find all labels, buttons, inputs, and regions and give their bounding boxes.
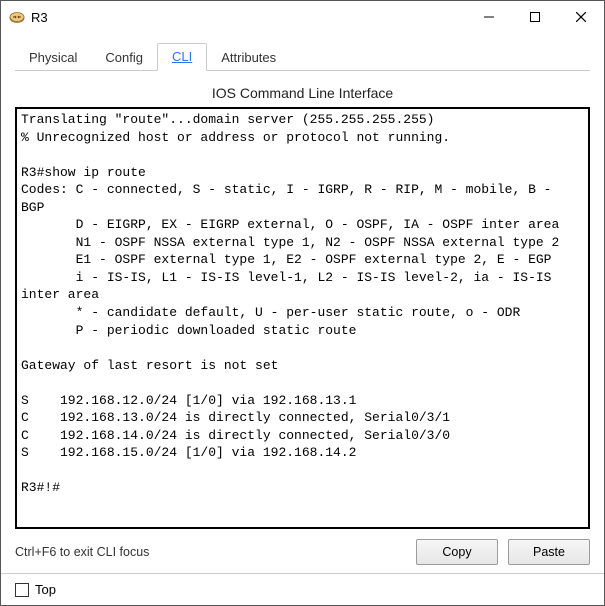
tab-physical[interactable]: Physical — [15, 45, 91, 71]
cli-button-row: Ctrl+F6 to exit CLI focus Copy Paste — [15, 539, 590, 565]
tab-cli[interactable]: CLI — [157, 43, 207, 71]
app-window: R3 Physical Config CLI Attributes IOS Co… — [0, 0, 605, 606]
bottom-bar: Top — [1, 573, 604, 605]
title-bar: R3 — [1, 1, 604, 33]
content-area: Physical Config CLI Attributes IOS Comma… — [1, 33, 604, 573]
top-checkbox-label: Top — [35, 582, 56, 597]
close-button[interactable] — [558, 1, 604, 33]
maximize-button[interactable] — [512, 1, 558, 33]
cli-heading: IOS Command Line Interface — [15, 85, 590, 101]
tab-config[interactable]: Config — [91, 45, 157, 71]
focus-hint: Ctrl+F6 to exit CLI focus — [15, 545, 406, 559]
cli-terminal[interactable]: Translating "route"...domain server (255… — [17, 109, 588, 527]
copy-button[interactable]: Copy — [416, 539, 498, 565]
terminal-frame: Translating "route"...domain server (255… — [15, 107, 590, 529]
tab-bar: Physical Config CLI Attributes — [15, 43, 590, 71]
top-checkbox[interactable] — [15, 583, 29, 597]
tab-attributes[interactable]: Attributes — [207, 45, 290, 71]
window-title: R3 — [31, 10, 48, 25]
router-icon — [9, 9, 25, 25]
paste-button[interactable]: Paste — [508, 539, 590, 565]
minimize-button[interactable] — [466, 1, 512, 33]
